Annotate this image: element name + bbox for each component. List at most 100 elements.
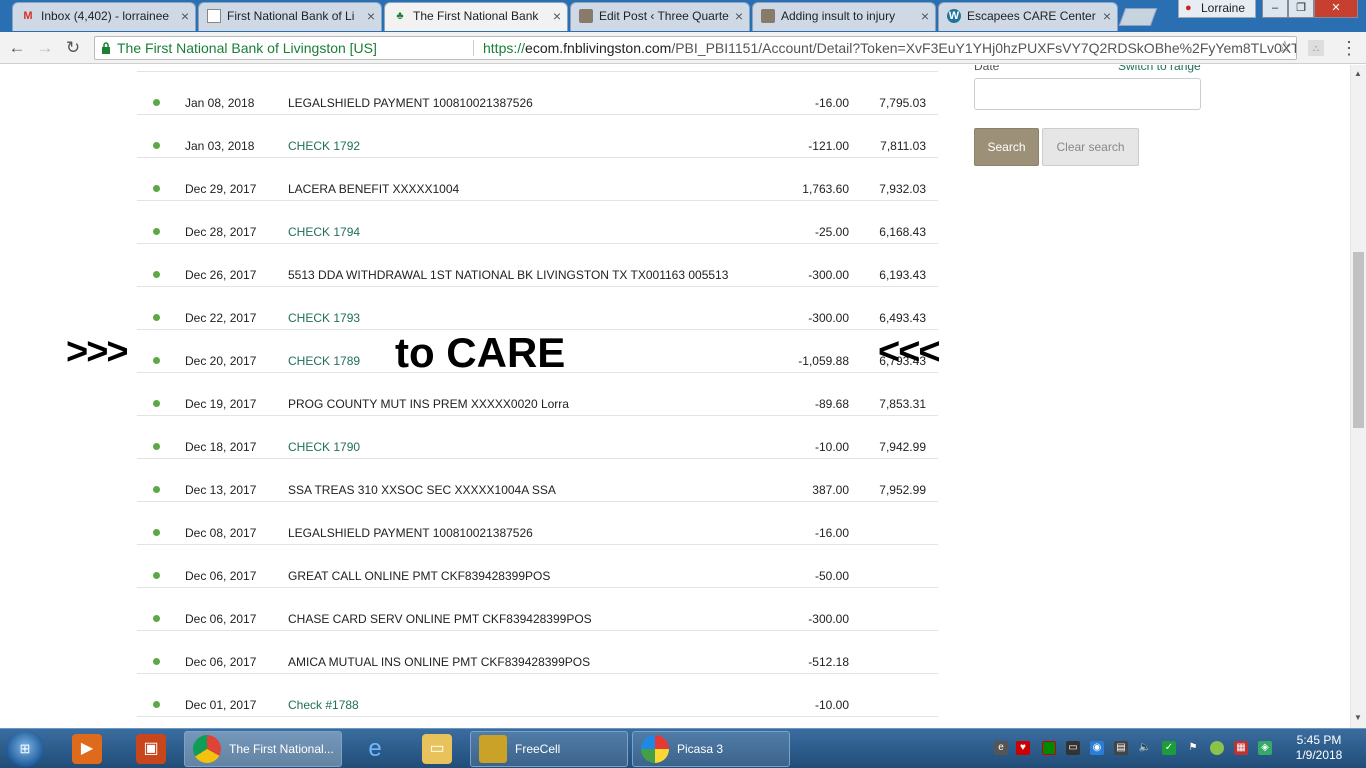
transaction-date: Jan 08, 2018 (185, 96, 255, 110)
folder-icon[interactable]: ▭ (422, 734, 452, 764)
transaction-date: Dec 18, 2017 (185, 440, 257, 454)
transaction-row[interactable]: Dec 18, 2017 CHECK 1790 -10.00 7,942.99 (137, 416, 938, 459)
new-tab-button[interactable] (1118, 8, 1158, 26)
reload-icon[interactable]: ↻ (62, 37, 84, 59)
transaction-row[interactable]: Dec 13, 2017 SSA TREAS 310 XXSOC SEC XXXX… (137, 459, 938, 502)
site-identity[interactable]: The First National Bank of Livingston [U… (117, 37, 377, 59)
transaction-description[interactable]: Check #1788 (288, 698, 359, 712)
media-player-icon[interactable]: ▶ (72, 734, 102, 764)
close-icon[interactable]: × (367, 3, 375, 30)
pdf-extension-icon[interactable]: ⛬ (1308, 40, 1324, 56)
transaction-balance: 7,853.31 (879, 397, 926, 411)
taskbar-item-chrome[interactable]: The First National... (184, 731, 342, 767)
tab-title: Escapees CARE Center (967, 9, 1096, 23)
bookmark-star-icon[interactable]: ☆ (1278, 37, 1292, 59)
transaction-row[interactable]: Dec 08, 2017 LEGALSHIELD PAYMENT 10081002… (137, 502, 938, 545)
switch-to-range-link[interactable]: Switch to range (1118, 65, 1201, 73)
transaction-balance: 7,942.99 (879, 440, 926, 454)
transaction-row[interactable]: Dec 22, 2017 CHECK 1793 -300.00 6,493.43 (137, 287, 938, 330)
date-input[interactable] (974, 78, 1201, 110)
transaction-amount: -10.00 (814, 698, 849, 712)
tab-fnb-login[interactable]: First National Bank of Li × (198, 2, 382, 31)
internet-explorer-icon[interactable]: e (360, 734, 390, 764)
maximize-button[interactable]: ❐ (1288, 0, 1314, 18)
office-icon[interactable]: ▣ (136, 734, 166, 764)
tray-app-icon[interactable]: ▤ (1114, 741, 1128, 755)
tray-app-icon[interactable] (1210, 741, 1224, 755)
scrollbar-thumb[interactable] (1353, 252, 1364, 428)
tab-adding-insult[interactable]: Adding insult to injury × (752, 2, 936, 31)
transaction-description[interactable]: CHECK 1792 (288, 139, 360, 153)
page-scrollbar[interactable]: ▲ ▼ (1350, 65, 1366, 728)
start-button[interactable]: ⊞ (6, 731, 44, 767)
clear-search-button[interactable]: Clear search (1042, 128, 1139, 166)
tray-app-icon[interactable]: ◉ (1090, 741, 1104, 755)
url-text[interactable]: https://ecom.fnblivingston.com/PBI_PBI11… (483, 37, 1296, 59)
back-arrow-icon[interactable]: ← (6, 37, 28, 59)
transaction-amount: -16.00 (814, 96, 849, 110)
transaction-row[interactable]: Dec 28, 2017 CHECK 1794 -25.00 6,168.43 (137, 201, 938, 244)
transaction-row[interactable]: Dec 06, 2017 AMICA MUTUAL INS ONLINE PMT … (137, 631, 938, 674)
transaction-date: Dec 13, 2017 (185, 483, 257, 497)
transaction-balance: 7,932.03 (879, 182, 926, 196)
close-icon[interactable]: × (735, 3, 743, 30)
network-icon[interactable]: ▦ (1234, 741, 1248, 755)
close-icon[interactable]: × (1103, 3, 1111, 30)
transaction-description[interactable]: CHECK 1793 (288, 311, 360, 325)
transaction-description[interactable]: CHECK 1790 (288, 440, 360, 454)
tab-fnb-account[interactable]: ♣ The First National Bank × (384, 2, 568, 31)
tray-app-icon[interactable]: ♥ (1016, 741, 1030, 755)
profile-button[interactable]: ● Lorraine (1178, 0, 1257, 18)
tray-app-icon[interactable]: e (994, 741, 1008, 755)
transaction-row[interactable]: Dec 29, 2017 LACERA BENEFIT XXXXX1004 1,76… (137, 158, 938, 201)
tray-app-icon[interactable] (1042, 741, 1056, 755)
page-icon (207, 9, 221, 23)
status-dot-icon (153, 400, 160, 407)
transaction-description[interactable]: CHECK 1789 (288, 354, 360, 368)
tab-edit-post[interactable]: Edit Post ‹ Three Quarte × (570, 2, 750, 31)
transaction-date: Dec 22, 2017 (185, 311, 257, 325)
close-icon[interactable]: × (921, 3, 929, 30)
scroll-down-icon[interactable]: ▼ (1354, 713, 1362, 722)
taskbar-item-picasa[interactable]: Picasa 3 (632, 731, 790, 767)
transaction-row[interactable]: Jan 03, 2018 CHECK 1792 -121.00 7,811.03 (137, 115, 938, 158)
security-shield-icon[interactable]: ✓ (1162, 741, 1176, 755)
tab-gmail-inbox[interactable]: M Inbox (4,402) - lorrainee × (12, 2, 196, 31)
transaction-description: AMICA MUTUAL INS ONLINE PMT CKF839428399… (288, 655, 591, 669)
tab-escapees-care[interactable]: W Escapees CARE Center × (938, 2, 1118, 31)
transaction-amount: -16.00 (814, 526, 849, 540)
volume-icon[interactable]: 🔈 (1138, 741, 1152, 755)
transaction-row[interactable]: Dec 19, 2017 PROG COUNTY MUT INS PREM XXX… (137, 373, 938, 416)
system-clock[interactable]: 5:45 PM 1/9/2018 (1284, 733, 1354, 763)
transaction-row[interactable]: Dec 01, 2017 Check #1788 -10.00 (137, 674, 938, 717)
transaction-description: GREAT CALL ONLINE PMT CKF839428399POS (288, 569, 551, 583)
transaction-row[interactable]: Dec 06, 2017 GREAT CALL ONLINE PMT CKF839… (137, 545, 938, 588)
browser-tab-strip: M Inbox (4,402) - lorrainee × First Nati… (0, 0, 1366, 32)
status-dot-icon (153, 99, 160, 106)
transaction-description[interactable]: CHECK 1794 (288, 225, 360, 239)
transaction-date: Dec 20, 2017 (185, 354, 257, 368)
taskbar-item-freecell[interactable]: FreeCell (470, 731, 628, 767)
transaction-row[interactable]: Dec 06, 2017 CHASE CARD SERV ONLINE PMT C… (137, 588, 938, 631)
action-center-flag-icon[interactable]: ⚑ (1186, 741, 1200, 755)
tab-title: The First National Bank (413, 9, 539, 23)
tray-app-icon[interactable]: ▭ (1066, 741, 1080, 755)
tray-app-icon[interactable]: ◈ (1258, 741, 1272, 755)
transaction-row[interactable]: Dec 26, 2017 5513 DDA WITHDRAWAL 1ST NATI… (137, 244, 938, 287)
transaction-row[interactable]: Jan 08, 2018 LEGALSHIELD PAYMENT 10081002… (137, 72, 938, 115)
avatar-icon (761, 9, 775, 23)
menu-icon[interactable]: ⋮ (1340, 38, 1358, 58)
status-dot-icon (153, 357, 160, 364)
url-protocol: https:// (483, 40, 526, 56)
scroll-up-icon[interactable]: ▲ (1354, 69, 1362, 78)
date-label: Date (974, 65, 1000, 73)
search-button[interactable]: Search (974, 128, 1039, 166)
transaction-balance: 7,811.03 (880, 139, 926, 153)
window-close-button[interactable]: ✕ (1314, 0, 1358, 18)
address-bar[interactable]: The First National Bank of Livingston [U… (94, 36, 1297, 60)
forward-arrow-icon[interactable]: → (34, 37, 56, 59)
close-icon[interactable]: × (553, 3, 561, 30)
annotation-right-arrows: <<< (878, 331, 941, 373)
close-icon[interactable]: × (181, 3, 189, 30)
minimize-button[interactable]: – (1262, 0, 1288, 18)
